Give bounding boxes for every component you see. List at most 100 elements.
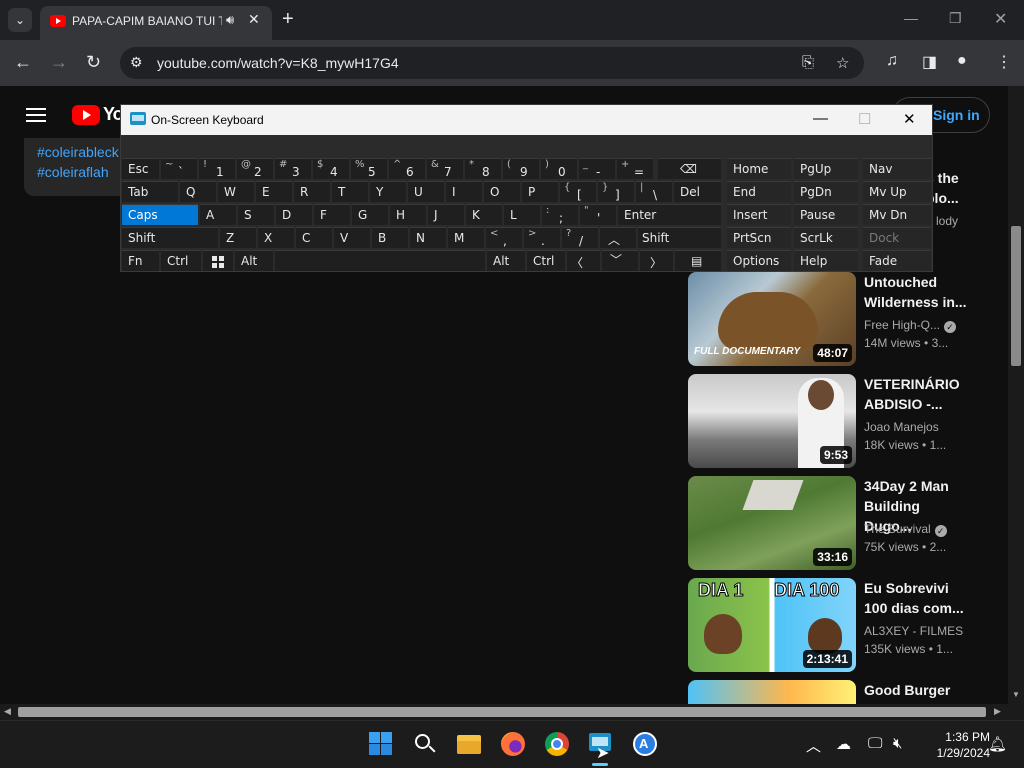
vertical-scrollbar[interactable]: ▼	[1008, 86, 1024, 704]
key-ctrl-left[interactable]: Ctrl	[161, 250, 201, 271]
key-i[interactable]: I	[446, 181, 482, 202]
scroll-left-arrow-icon[interactable]: ◀	[4, 706, 11, 717]
key-pgdn[interactable]: PgDn	[794, 181, 858, 202]
network-icon[interactable]: 🖵︎	[868, 735, 882, 752]
key-u[interactable]: U	[408, 181, 444, 202]
key-move-up[interactable]: Mv Up	[863, 181, 931, 202]
hashtag-link[interactable]: #coleiraflah	[37, 164, 109, 180]
related-video-card[interactable]: 33:16 34Day 2 Man Building Dugo... The S…	[688, 476, 988, 570]
key-options[interactable]: Options	[727, 250, 791, 271]
key-w[interactable]: W	[218, 181, 254, 202]
key-0[interactable]: ) 0	[541, 158, 577, 179]
key-j[interactable]: J	[428, 204, 464, 225]
show-hidden-icons-chevron-icon[interactable]: ︿	[806, 735, 821, 756]
reload-icon[interactable]: ↻	[86, 52, 101, 72]
close-window-icon[interactable]: ✕	[994, 9, 1007, 29]
related-video-card[interactable]: FULL DOCUMENTARY 48:07 Untouched Wildern…	[688, 272, 988, 366]
key-right-bracket[interactable]: }]	[598, 181, 634, 202]
key-d[interactable]: D	[276, 204, 312, 225]
onedrive-cloud-icon[interactable]: ☁	[836, 735, 851, 753]
osk-close-icon[interactable]: ✕	[903, 110, 916, 128]
channel-name[interactable]: Free High-Q... ✓	[864, 318, 957, 333]
key-minus[interactable]: _ -	[579, 158, 615, 179]
key-move-down[interactable]: Mv Dn	[863, 204, 931, 225]
chrome-icon[interactable]	[544, 731, 570, 757]
channel-name[interactable]: AL3XEY - FILMES	[864, 624, 963, 638]
key-backtick[interactable]: ~ `	[161, 158, 197, 179]
hashtag-link[interactable]: #coleirableck	[37, 144, 119, 160]
channel-name[interactable]: Joao Manejos	[864, 420, 939, 434]
key-ctrl-right[interactable]: Ctrl	[527, 250, 565, 271]
key-fn[interactable]: Fn	[122, 250, 159, 271]
key-c[interactable]: C	[296, 227, 332, 248]
key-q[interactable]: Q	[180, 181, 216, 202]
partial-video-channel[interactable]: lody	[936, 214, 958, 228]
key-8[interactable]: * 8	[465, 158, 501, 179]
key-prtscn[interactable]: PrtScn	[727, 227, 791, 248]
video-thumbnail[interactable]: 33:16	[688, 476, 856, 570]
key-4[interactable]: $4	[313, 158, 349, 179]
video-thumbnail[interactable]: FULL DOCUMENTARY 48:07	[688, 272, 856, 366]
key-o[interactable]: O	[484, 181, 520, 202]
key-tab[interactable]: Tab	[122, 181, 178, 202]
osk-minimize-icon[interactable]: —	[813, 110, 828, 127]
address-bar[interactable]: ⚙ youtube.com/watch?v=K8_mywH17G4 ⎘ ☆	[120, 47, 864, 79]
new-tab-button[interactable]: +	[282, 8, 294, 30]
key-esc[interactable]: Esc	[122, 158, 159, 179]
key-caps[interactable]: Caps	[122, 204, 198, 225]
active-tab[interactable]: PAPA-CAPIM BAIANO TUI T 🔊︎ ✕	[40, 6, 272, 40]
key-equals[interactable]: + =	[617, 158, 653, 179]
osk-title-bar[interactable]: On-Screen Keyboard — ☐ ✕	[121, 105, 932, 135]
key-y[interactable]: Y	[370, 181, 406, 202]
scrollbar-thumb[interactable]	[18, 707, 986, 717]
install-app-icon[interactable]: ⎘	[802, 54, 814, 71]
key-n[interactable]: N	[410, 227, 446, 248]
restore-window-icon[interactable]: ❐	[949, 10, 962, 27]
key-slash[interactable]: ? /	[562, 227, 598, 248]
key-comma[interactable]: <,	[486, 227, 522, 248]
key-g[interactable]: G	[352, 204, 388, 225]
key-fade[interactable]: Fade	[863, 250, 931, 271]
key-scrlk[interactable]: ScrLk	[794, 227, 858, 248]
key-semicolon[interactable]: :;	[542, 204, 578, 225]
related-video-card[interactable]: 9:53 VETERINÁRIO ABDISIO -... Joao Manej…	[688, 374, 988, 468]
search-icon[interactable]	[412, 731, 438, 757]
key-2[interactable]: @2	[237, 158, 273, 179]
key-enter[interactable]: Enter	[618, 204, 721, 225]
key-r[interactable]: R	[294, 181, 330, 202]
scroll-down-arrow-icon[interactable]: ▼	[1012, 690, 1020, 699]
hamburger-menu-icon[interactable]	[26, 108, 46, 122]
key-home[interactable]: Home	[727, 158, 791, 179]
key-period[interactable]: >.	[524, 227, 560, 248]
minimize-window-icon[interactable]: —	[904, 10, 918, 26]
video-title[interactable]: Untouched Wilderness in...	[864, 272, 968, 312]
key-shift-left[interactable]: Shift	[122, 227, 218, 248]
channel-name[interactable]: The Survival ✓	[864, 522, 947, 537]
file-explorer-icon[interactable]	[456, 731, 482, 757]
key-left-bracket[interactable]: {[	[560, 181, 596, 202]
key-v[interactable]: V	[334, 227, 370, 248]
youtube-logo-icon[interactable]	[72, 105, 100, 125]
key-k[interactable]: K	[466, 204, 502, 225]
speaker-icon[interactable]: 🔊︎	[226, 12, 234, 28]
key-p[interactable]: P	[522, 181, 558, 202]
related-video-card[interactable]: DIA 1 DIA 100 2:13:41 Eu Sobrevivi 100 d…	[688, 578, 988, 672]
video-thumbnail[interactable]: 9:53	[688, 374, 856, 468]
key-backslash[interactable]: | \	[636, 181, 672, 202]
key-h[interactable]: H	[390, 204, 426, 225]
volume-muted-icon[interactable]: 🔇︎	[893, 735, 902, 752]
key-m[interactable]: M	[448, 227, 484, 248]
firefox-icon[interactable]	[500, 731, 526, 757]
key-l[interactable]: L	[504, 204, 540, 225]
related-video-card[interactable]: Good Burger	[688, 680, 988, 704]
video-thumbnail[interactable]	[688, 680, 856, 704]
key-s[interactable]: S	[238, 204, 274, 225]
key-f[interactable]: F	[314, 204, 350, 225]
profile-icon[interactable]: ●	[957, 52, 967, 70]
key-t[interactable]: T	[332, 181, 368, 202]
key-9[interactable]: (9	[503, 158, 539, 179]
bookmark-star-icon[interactable]: ☆	[836, 54, 849, 72]
on-screen-keyboard-taskbar-icon[interactable]: ➤	[588, 731, 614, 762]
key-windows[interactable]	[203, 250, 233, 271]
key-pause[interactable]: Pause	[794, 204, 858, 225]
